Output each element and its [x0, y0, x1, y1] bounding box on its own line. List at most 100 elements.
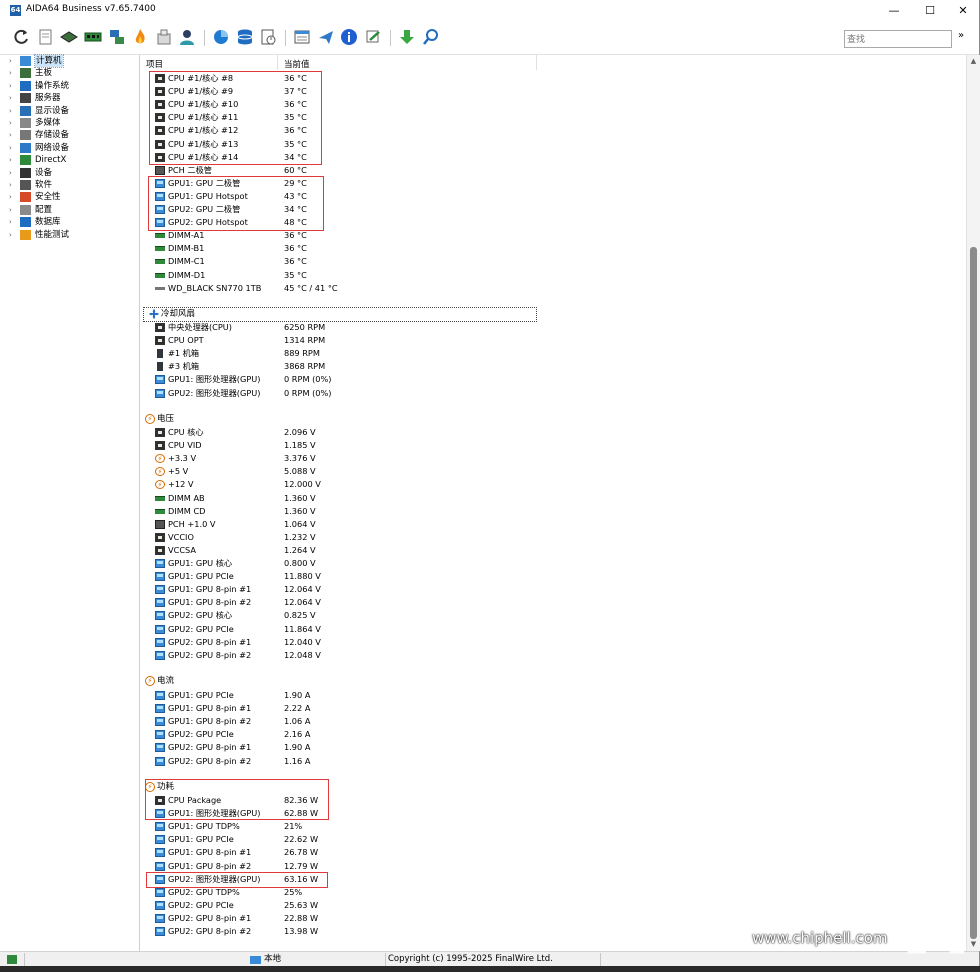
network-icon[interactable] [108, 28, 126, 46]
expand-arrow-icon[interactable]: › [9, 55, 12, 67]
sensor-row[interactable]: GPU2: GPU 8-pin #1 12.040 V [140, 636, 700, 649]
database-icon[interactable] [236, 28, 254, 46]
expand-arrow-icon[interactable]: › [9, 191, 12, 203]
status-icon [7, 955, 17, 964]
sensor-row[interactable]: DIMM-C1 36 °C [140, 255, 700, 268]
sensor-row[interactable]: GPU2: GPU 8-pin #2 1.16 A [140, 755, 700, 768]
expand-arrow-icon[interactable]: › [9, 80, 12, 92]
expand-arrow-icon[interactable]: › [9, 117, 12, 129]
scrollbar-thumb[interactable] [970, 247, 977, 939]
expand-arrow-icon[interactable]: › [9, 216, 12, 228]
expand-arrow-icon[interactable]: › [9, 167, 12, 179]
sensor-row[interactable]: DIMM-B1 36 °C [140, 242, 700, 255]
info-icon[interactable] [340, 28, 358, 46]
checklist-icon[interactable] [259, 28, 277, 46]
sensor-row[interactable]: DIMM-D1 35 °C [140, 269, 700, 282]
sensor-row[interactable]: GPU2: GPU 8-pin #1 1.90 A [140, 741, 700, 754]
sensor-row[interactable]: GPU1: GPU 8-pin #1 26.78 W [140, 846, 700, 859]
cpu-icon [155, 336, 165, 346]
tree-item-label: 显示设备 [35, 105, 70, 116]
expand-arrow-icon[interactable]: › [9, 142, 12, 154]
sensor-row[interactable]: GPU2: 图形处理器(GPU) 0 RPM (0%) [140, 387, 700, 400]
sensor-row[interactable]: ⚡ +3.3 V 3.376 V [140, 452, 700, 465]
report-wizard-icon[interactable] [293, 28, 311, 46]
sensor-row[interactable]: GPU2: GPU PCIe 2.16 A [140, 728, 700, 741]
sensor-row[interactable]: GPU2: GPU 核心 0.825 V [140, 609, 700, 622]
sensor-row[interactable]: #1 机箱 889 RPM [140, 347, 700, 360]
toolbar-overflow-button[interactable]: » [958, 30, 964, 41]
sensor-row[interactable]: WD_BLACK SN770 1TB 45 °C / 41 °C [140, 282, 700, 295]
column-divider[interactable] [536, 55, 537, 70]
tools-icon[interactable] [364, 28, 382, 46]
report-icon[interactable] [37, 28, 55, 46]
sensor-row[interactable]: GPU1: GPU 8-pin #2 12.79 W [140, 860, 700, 873]
sensor-row[interactable]: GPU1: GPU 核心 0.800 V [140, 557, 700, 570]
section-header[interactable]: 冷却风扇 [143, 307, 537, 322]
expand-arrow-icon[interactable]: › [9, 92, 12, 104]
send-icon[interactable] [317, 28, 335, 46]
vertical-scrollbar[interactable]: ▲ ▼ [966, 55, 980, 951]
section-title: 电流 [157, 676, 175, 686]
sensor-row[interactable]: CPU 核心 2.096 V [140, 426, 700, 439]
column-divider[interactable] [277, 55, 278, 70]
sensor-row[interactable]: GPU1: GPU TDP% 21% [140, 820, 700, 833]
sensor-row[interactable]: GPU1: GPU 8-pin #2 12.064 V [140, 596, 700, 609]
sensor-row[interactable]: 中央处理器(CPU) 6250 RPM [140, 321, 700, 334]
sensor-row[interactable]: ⚡ +12 V 12.000 V [140, 478, 700, 491]
motherboard-icon [20, 68, 31, 79]
sensor-row[interactable]: DIMM-A1 36 °C [140, 229, 700, 242]
sensor-row[interactable]: GPU2: GPU PCIe 11.864 V [140, 623, 700, 636]
sensor-row[interactable]: GPU1: GPU 8-pin #2 1.06 A [140, 715, 700, 728]
sensor-row[interactable]: VCCIO 1.232 V [140, 531, 700, 544]
chart-icon[interactable] [212, 28, 230, 46]
sensor-row[interactable]: CPU OPT 1314 RPM [140, 334, 700, 347]
gpu-icon [155, 559, 165, 568]
download-icon[interactable] [398, 28, 416, 46]
sensor-row[interactable]: ⚡ +5 V 5.088 V [140, 465, 700, 478]
expand-arrow-icon[interactable]: › [9, 229, 12, 241]
memory-icon[interactable] [84, 28, 102, 46]
sensor-row[interactable]: VCCSA 1.264 V [140, 544, 700, 557]
search-icon[interactable] [422, 28, 440, 46]
scroll-up-arrow-icon[interactable]: ▲ [967, 57, 980, 65]
search-input[interactable] [844, 30, 952, 48]
expand-arrow-icon[interactable]: › [9, 154, 12, 166]
expand-arrow-icon[interactable]: › [9, 67, 12, 79]
sensor-row[interactable]: GPU1: 图形处理器(GPU) 0 RPM (0%) [140, 373, 700, 386]
scroll-down-arrow-icon[interactable]: ▼ [967, 940, 980, 948]
expand-arrow-icon[interactable]: › [9, 204, 12, 216]
expand-arrow-icon[interactable]: › [9, 179, 12, 191]
expand-arrow-icon[interactable]: › [9, 129, 12, 141]
sensor-row[interactable]: #3 机箱 3868 RPM [140, 360, 700, 373]
sensor-row[interactable]: GPU2: GPU 8-pin #2 12.048 V [140, 649, 700, 662]
lightning-icon: ⚡ [145, 414, 155, 424]
column-header-item[interactable]: 项目 [146, 58, 163, 70]
sensor-row[interactable]: GPU1: GPU PCIe 1.90 A [140, 689, 700, 702]
column-header-value[interactable]: 当前值 [284, 58, 310, 70]
refresh-icon[interactable] [13, 28, 31, 46]
sensor-row[interactable]: PCH 二极管 60 °C [140, 164, 700, 177]
sensor-row[interactable]: GPU2: GPU 8-pin #2 13.98 W [140, 925, 700, 938]
user-icon[interactable] [178, 28, 196, 46]
sensor-row[interactable]: DIMM CD 1.360 V [140, 505, 700, 518]
sensor-row[interactable]: GPU2: GPU PCIe 25.63 W [140, 899, 700, 912]
flame-icon[interactable] [131, 28, 149, 46]
expand-arrow-icon[interactable]: › [9, 105, 12, 117]
close-button[interactable]: ✕ [946, 0, 980, 21]
sensor-row[interactable]: GPU1: GPU 8-pin #1 12.064 V [140, 583, 700, 596]
sensor-name: WD_BLACK SN770 1TB [168, 282, 262, 293]
sensor-row[interactable]: GPU1: GPU PCIe 22.62 W [140, 833, 700, 846]
sensor-name: GPU2: GPU 核心 [168, 610, 233, 621]
sensor-row[interactable]: PCH +1.0 V 1.064 V [140, 518, 700, 531]
package-icon[interactable] [155, 28, 173, 46]
sensor-value: 12.040 V [284, 636, 321, 647]
sensor-row[interactable]: DIMM AB 1.360 V [140, 492, 700, 505]
sensor-row[interactable]: GPU1: GPU PCIe 11.880 V [140, 570, 700, 583]
maximize-button[interactable]: ☐ [913, 0, 947, 21]
sensor-row[interactable]: CPU VID 1.185 V [140, 439, 700, 452]
tree-item-label: 设备 [35, 167, 53, 178]
minimize-button[interactable]: — [877, 0, 911, 21]
motherboard-icon[interactable] [60, 28, 78, 46]
sensor-row[interactable]: GPU2: GPU 8-pin #1 22.88 W [140, 912, 700, 925]
sensor-row[interactable]: GPU1: GPU 8-pin #1 2.22 A [140, 702, 700, 715]
